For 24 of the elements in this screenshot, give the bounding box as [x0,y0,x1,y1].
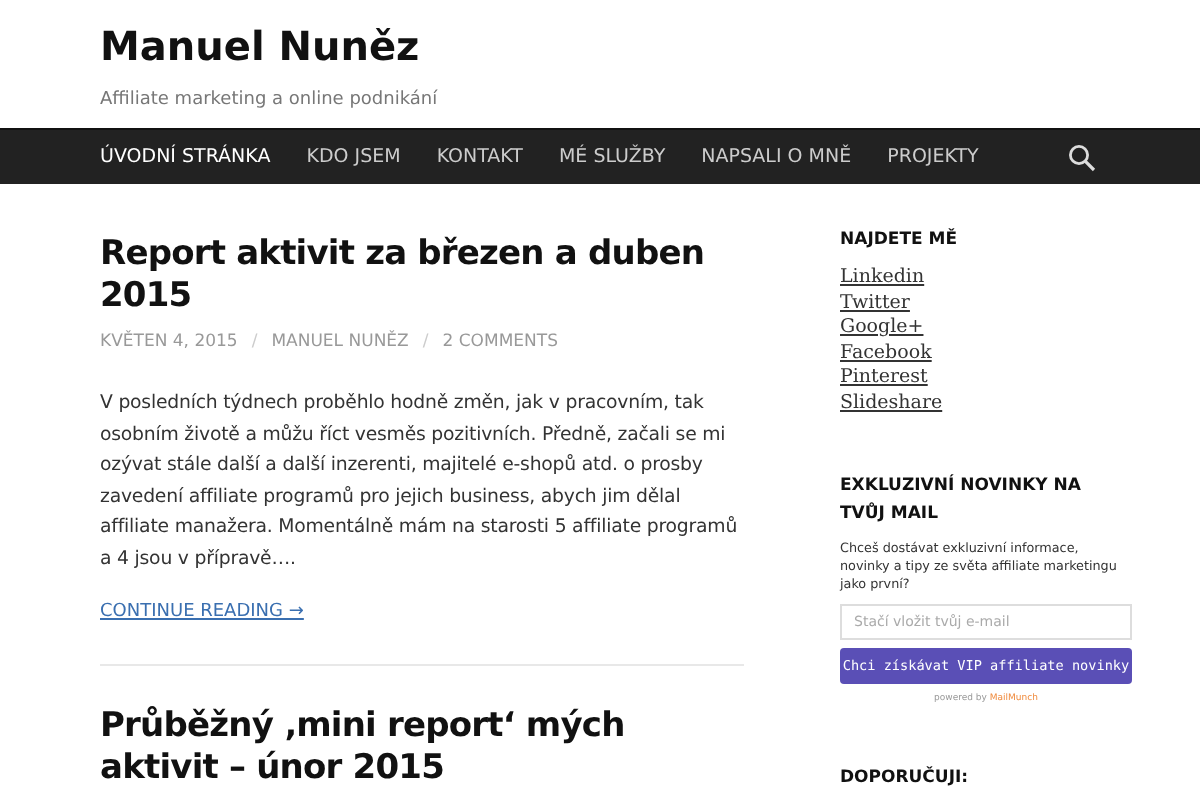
separator: / [251,332,258,352]
social-link[interactable]: Linkedin [840,266,925,291]
site-title[interactable]: Manuel Nuněz [100,18,420,74]
post-title[interactable]: Report aktivit za březen a duben 2015 [100,234,744,318]
social-link[interactable]: Slideshare [840,391,943,416]
nav-link[interactable]: NAPSALI O MNĚ [701,146,852,168]
social-link[interactable]: Facebook [840,341,932,366]
social-link[interactable]: Google+ [840,316,924,341]
nav-link[interactable]: MÉ SLUŽBY [558,146,666,168]
nav-link[interactable]: PROJEKTY [887,146,979,168]
social-link[interactable]: Twitter [840,291,910,316]
post-excerpt: V posledních týdnech proběhlo hodně změn, jak v pracovním, tak osobním životě a můžu říct vesměs pozitivních. Předně, začali se mi ozývat stále další a další inzerenti, majitelé e-shopů atd. o prosby zavedení affiliate programů pro jejich business, abych jim dělal affiliate manažera. Momentálně mám na starosti 5 affiliate programů a 4 jsou v přípravě…. [100,390,740,573]
widget-title: DOPORUČUJI: [840,764,971,792]
nav-link[interactable]: KONTAKT [436,146,523,168]
nav-link[interactable]: ÚVODNÍ STRÁNKA [100,146,271,168]
social-link[interactable]: Pinterest [840,366,928,391]
search-icon[interactable] [1068,143,1096,171]
widget-title: EXKLUZIVNÍ NOVINKY NA TVŮJ MAIL [840,472,1083,528]
post-title[interactable]: Průběžný ‚mini report‘ mých aktivit – únor 2015 [100,706,744,790]
site-tagline: Affiliate marketing a online podnikání [100,88,438,112]
separator: / [422,332,429,352]
nav-link[interactable]: KDO JSEM [306,146,401,168]
widget-title: NAJDETE MĚ [840,226,960,254]
continue-reading-link[interactable]: CONTINUE READING → [100,602,304,622]
